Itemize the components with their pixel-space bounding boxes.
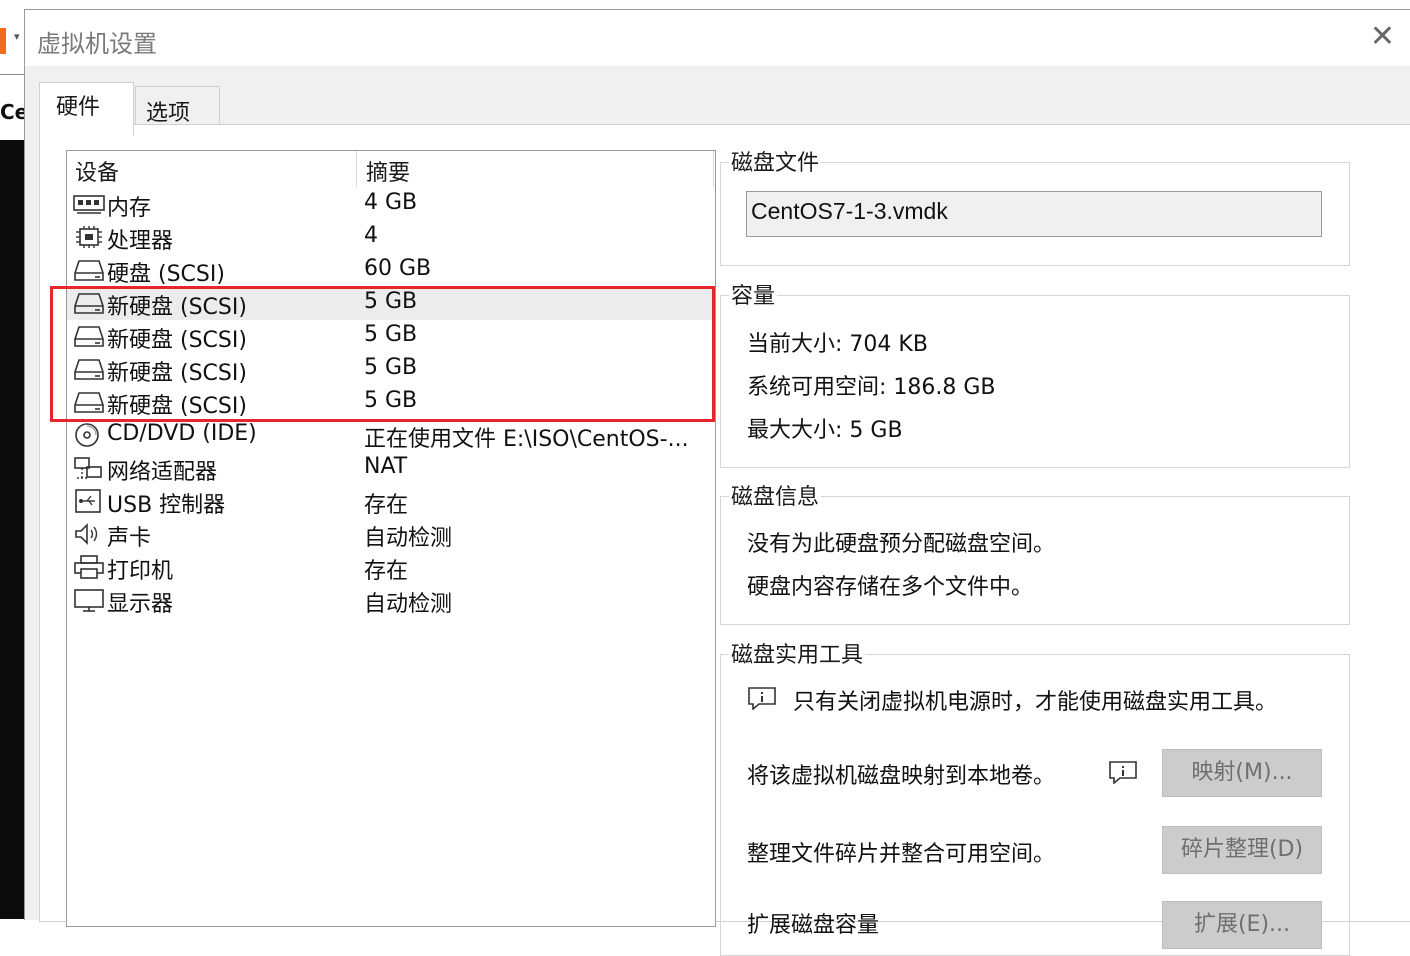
device-summary: 存在	[364, 559, 409, 584]
disk-info-group: 磁盘信息 没有为此硬盘预分配磁盘空间。 硬盘内容存储在多个文件中。	[720, 479, 1350, 625]
device-name: CD/DVD (IDE)	[107, 421, 257, 446]
processor-icon	[76, 226, 102, 248]
disk-tools-group: 磁盘实用工具 只有关闭虚拟机电源时，才能使用磁盘实用工具。 将该虚拟机磁盘映射到…	[720, 637, 1350, 956]
capacity-group: 容量 当前大小: 704 KB 系统可用空间: 186.8 GB 最大大小: 5…	[720, 278, 1350, 468]
device-name: USB 控制器	[107, 493, 226, 518]
device-row[interactable]: 内存 4 GB	[67, 188, 715, 221]
device-summary: 自动检测	[364, 526, 453, 551]
title-bar: 虚拟机设置 ✕	[25, 10, 1410, 66]
disk-file-title: 磁盘文件	[729, 145, 822, 177]
device-row[interactable]: USB 控制器 存在	[67, 485, 715, 518]
usb-controller-icon	[75, 489, 101, 513]
tab-hardware[interactable]: 硬件	[39, 82, 134, 136]
disk-info-line-2: 硬盘内容存储在多个文件中。	[747, 575, 1034, 600]
disk-file-field[interactable]: CentOS7-1-3.vmdk	[746, 191, 1322, 237]
sound-card-icon	[75, 523, 98, 545]
harddisk-icon	[74, 293, 104, 314]
background-console	[0, 140, 24, 919]
disk-info-title: 磁盘信息	[729, 479, 822, 511]
harddisk-icon	[74, 326, 104, 347]
device-name: 硬盘 (SCSI)	[107, 262, 225, 287]
device-row[interactable]: 网络适配器 NAT	[67, 452, 715, 485]
device-name: 新硬盘 (SCSI)	[107, 295, 247, 320]
close-icon[interactable]: ✕	[1370, 22, 1395, 52]
network-adapter-icon	[74, 457, 102, 479]
device-summary: 60 GB	[364, 256, 432, 281]
device-name: 打印机	[107, 559, 174, 584]
memory-icon	[73, 195, 105, 214]
display-icon	[74, 589, 104, 612]
device-row[interactable]: 打印机 存在	[67, 551, 715, 584]
column-header-summary[interactable]: 摘要	[358, 151, 714, 187]
defrag-button[interactable]: 碎片整理(D)	[1162, 826, 1322, 874]
device-summary: NAT	[364, 454, 408, 479]
current-size-text: 当前大小: 704 KB	[747, 332, 928, 357]
disk-info-line-1: 没有为此硬盘预分配磁盘空间。	[747, 532, 1056, 557]
device-list[interactable]: 设备 摘要 内存 4 GB 处理器 4 硬盘 (SCSI) 60 GB 新硬盘 (SCSI)…	[66, 150, 716, 927]
device-summary: 4 GB	[364, 190, 418, 215]
device-row[interactable]: 硬盘 (SCSI) 60 GB	[67, 254, 715, 287]
hardware-panel: 设备 摘要 内存 4 GB 处理器 4 硬盘 (SCSI) 60 GB 新硬盘 (SCSI)…	[39, 124, 1410, 956]
device-summary: 5 GB	[364, 355, 418, 380]
device-summary: 5 GB	[364, 289, 418, 314]
device-summary: 5 GB	[364, 388, 418, 413]
defrag-description: 整理文件碎片并整合可用空间。	[747, 842, 1056, 867]
device-name: 显示器	[107, 592, 174, 617]
device-row[interactable]: 新硬盘 (SCSI) 5 GB	[67, 386, 715, 419]
background-app-logo	[0, 28, 6, 54]
device-name: 新硬盘 (SCSI)	[107, 328, 247, 353]
dialog-title: 虚拟机设置	[37, 30, 157, 58]
device-row[interactable]: 声卡 自动检测	[67, 518, 715, 551]
map-button[interactable]: 映射(M)...	[1162, 749, 1322, 797]
map-description: 将该虚拟机磁盘映射到本地卷。	[747, 764, 1056, 789]
device-name: 处理器	[107, 229, 174, 254]
vm-settings-dialog: 虚拟机设置 ✕ 硬件 选项 设备 摘要 内存 4 GB 处理器 4 硬盘 (SCSI) 6…	[24, 9, 1410, 956]
disk-file-group: 磁盘文件 CentOS7-1-3.vmdk	[720, 145, 1350, 266]
background-dropdown-icon: ▾	[14, 30, 20, 43]
harddisk-icon	[74, 260, 104, 281]
expand-description: 扩展磁盘容量	[747, 913, 880, 938]
device-row[interactable]: 显示器 自动检测	[67, 584, 715, 617]
device-row[interactable]: 新硬盘 (SCSI) 5 GB	[67, 353, 715, 386]
device-row[interactable]: CD/DVD (IDE) 正在使用文件 E:\ISO\CentOS-...	[67, 419, 715, 452]
device-summary: 4	[364, 223, 378, 248]
cd-dvd-icon	[75, 423, 99, 447]
disk-tools-title: 磁盘实用工具	[729, 637, 866, 669]
device-row[interactable]: 新硬盘 (SCSI) 5 GB	[67, 287, 715, 320]
map-info-icon[interactable]	[1108, 760, 1138, 784]
available-space-text: 系统可用空间: 186.8 GB	[747, 375, 996, 400]
device-summary: 自动检测	[364, 592, 453, 617]
device-name: 网络适配器	[107, 460, 218, 485]
max-size-text: 最大大小: 5 GB	[747, 418, 903, 443]
device-summary: 存在	[364, 493, 409, 518]
disk-tools-notice: 只有关闭虚拟机电源时，才能使用磁盘实用工具。	[793, 690, 1278, 715]
background-divider	[0, 74, 24, 75]
tab-options[interactable]: 选项	[135, 86, 220, 126]
device-name: 内存	[107, 196, 152, 221]
device-name: 新硬盘 (SCSI)	[107, 394, 247, 419]
harddisk-icon	[74, 392, 104, 413]
device-name: 声卡	[107, 526, 152, 551]
device-name: 新硬盘 (SCSI)	[107, 361, 247, 386]
device-row[interactable]: 新硬盘 (SCSI) 5 GB	[67, 320, 715, 353]
info-icon	[748, 687, 776, 710]
device-summary: 5 GB	[364, 322, 418, 347]
device-row[interactable]: 处理器 4	[67, 221, 715, 254]
printer-icon	[74, 555, 104, 579]
harddisk-icon	[74, 359, 104, 380]
device-summary: 正在使用文件 E:\ISO\CentOS-...	[364, 427, 689, 452]
capacity-title: 容量	[729, 278, 778, 310]
column-header-device[interactable]: 设备	[67, 151, 357, 187]
expand-button[interactable]: 扩展(E)...	[1162, 901, 1322, 949]
